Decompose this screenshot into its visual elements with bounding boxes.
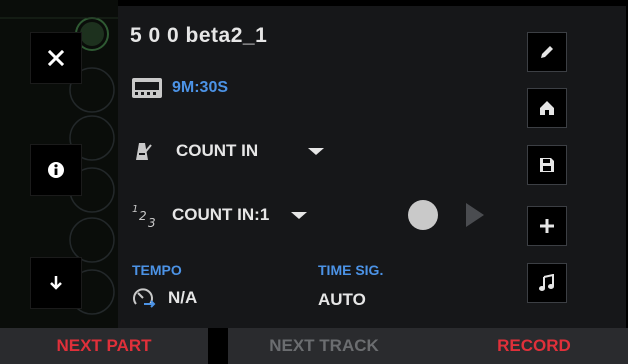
plus-icon bbox=[540, 219, 554, 233]
close-icon bbox=[48, 50, 64, 66]
chevron-down-icon[interactable] bbox=[291, 211, 308, 219]
metronome-icon bbox=[136, 143, 152, 160]
home-button[interactable] bbox=[527, 88, 567, 128]
add-button[interactable] bbox=[527, 206, 567, 246]
project-title: 5 0 0 beta2_1 bbox=[130, 24, 268, 47]
pencil-icon bbox=[541, 46, 553, 58]
save-icon bbox=[540, 158, 554, 172]
svg-text:1: 1 bbox=[132, 204, 138, 215]
tempo-row[interactable]: N/A bbox=[132, 286, 197, 310]
tempo-value: N/A bbox=[168, 288, 198, 307]
count-in-mode-row[interactable]: COUNT IN bbox=[132, 140, 325, 162]
scroll-down-button[interactable] bbox=[30, 257, 82, 309]
tempo-label: TEMPO bbox=[132, 262, 182, 278]
record-dot-button[interactable] bbox=[408, 200, 438, 230]
time-sig-label: TIME SIG. bbox=[318, 262, 384, 278]
play-button[interactable] bbox=[464, 201, 486, 229]
next-part-button[interactable]: NEXT PART bbox=[0, 328, 208, 364]
record-button[interactable]: RECORD bbox=[440, 328, 628, 364]
project-panel: 5 0 0 beta2_1 9M:30S COUNT IN 1 2 3 COUN… bbox=[118, 6, 626, 328]
music-button[interactable] bbox=[527, 263, 567, 303]
duration-row: 9M:30S bbox=[132, 78, 228, 98]
music-note-icon bbox=[539, 274, 554, 291]
home-icon bbox=[540, 101, 554, 115]
duration-value: 9M:30S bbox=[172, 79, 229, 96]
bottom-bar: NEXT PART NEXT TRACK RECORD bbox=[0, 328, 628, 364]
tempo-gauge-icon bbox=[133, 288, 156, 308]
count-in-mode-label: COUNT IN bbox=[176, 141, 259, 160]
close-button[interactable] bbox=[30, 32, 82, 84]
count-in-bars-label: COUNT IN:1 bbox=[172, 205, 270, 224]
count-icon: 1 2 3 bbox=[132, 204, 156, 228]
save-button[interactable] bbox=[527, 145, 567, 185]
next-track-button[interactable]: NEXT TRACK bbox=[228, 328, 420, 364]
info-button[interactable] bbox=[30, 144, 82, 196]
svg-text:2: 2 bbox=[139, 209, 147, 223]
film-strip-icon bbox=[132, 78, 162, 98]
count-in-bars-row[interactable]: 1 2 3 COUNT IN:1 bbox=[132, 202, 308, 228]
svg-text:3: 3 bbox=[148, 216, 156, 228]
chevron-down-icon[interactable] bbox=[308, 147, 325, 155]
tab-separator bbox=[208, 328, 228, 364]
arrow-down-icon bbox=[50, 276, 62, 290]
info-icon bbox=[48, 162, 64, 178]
time-sig-value[interactable]: AUTO bbox=[318, 290, 366, 310]
edit-button[interactable] bbox=[527, 32, 567, 72]
